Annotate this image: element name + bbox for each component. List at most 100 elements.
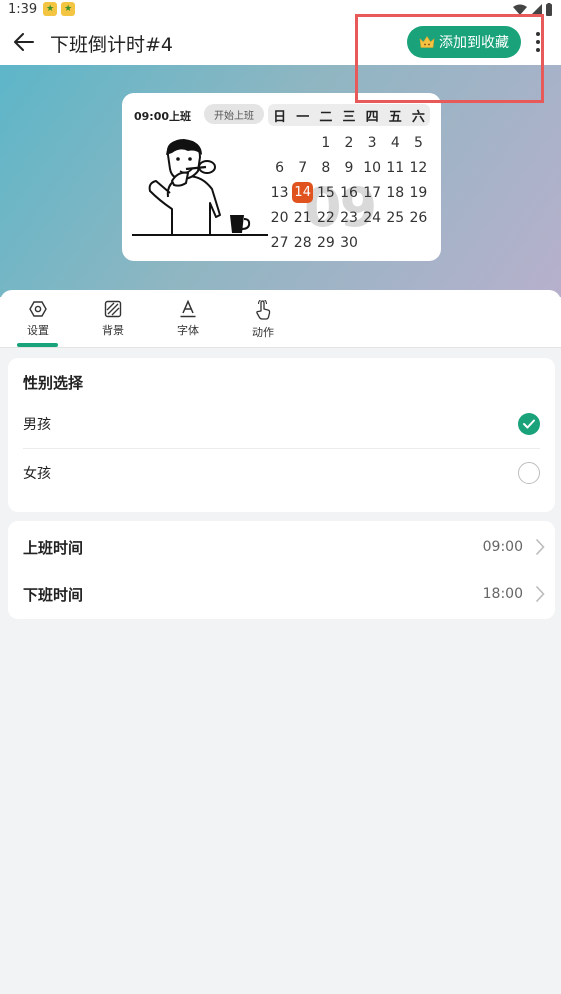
- more-dot-icon: [536, 48, 540, 52]
- gender-option-girl[interactable]: 女孩: [23, 453, 540, 493]
- calendar-day-label: 30: [340, 234, 358, 251]
- calendar-day: 5: [407, 135, 430, 151]
- calendar-day: 30: [337, 235, 360, 251]
- crown-icon: [419, 35, 435, 48]
- off-work-time-row[interactable]: 下班时间 18:00: [23, 574, 545, 614]
- calendar-day: 17: [361, 185, 384, 201]
- calendar-day: 15: [314, 185, 337, 201]
- editor-tab-bar: 设置 背景 字体 动作: [0, 290, 561, 348]
- calendar-day: 4: [384, 135, 407, 151]
- on-work-time-value: 09:00: [482, 539, 523, 555]
- calendar-day-label: 17: [363, 184, 382, 201]
- calendar-day: 26: [407, 210, 430, 226]
- tab-font-label: 字体: [177, 324, 199, 337]
- chevron-right-icon: [535, 585, 545, 603]
- status-bar: 1:39 ★ ★: [0, 0, 561, 18]
- calendar-day-label: 26: [409, 209, 428, 226]
- tab-background-label: 背景: [102, 324, 124, 337]
- calendar-day-label: 24: [363, 209, 382, 226]
- calendar-day: 13: [268, 185, 291, 201]
- on-work-time-row[interactable]: 上班时间 09:00: [23, 527, 545, 567]
- work-time-label: 09:00上班: [134, 110, 192, 123]
- calendar-day: 12: [407, 160, 430, 176]
- countdown-widget-preview: 09:00上班 开始上班 日一二三四五六 09 1 2 3 4 5 6 7 8 9 10 11 12 1…: [122, 93, 441, 261]
- gender-option-boy[interactable]: 男孩: [23, 404, 540, 444]
- tab-action[interactable]: 动作: [233, 300, 293, 344]
- calendar-day-label: 21: [293, 209, 312, 226]
- calendar-day: 19: [407, 185, 430, 201]
- calendar-day: 21: [291, 210, 314, 226]
- calendar-day: 22: [314, 210, 337, 226]
- calendar-day-today: 14: [291, 182, 314, 203]
- calendar-day: 24: [361, 210, 384, 226]
- active-tab-indicator: [17, 343, 58, 347]
- hand-pointer-icon: [256, 300, 271, 320]
- wifi-icon: [513, 4, 527, 15]
- off-work-time-label: 下班时间: [23, 585, 84, 604]
- add-to-favorites-label: 添加到收藏: [439, 35, 509, 51]
- calendar-day-label: 1: [321, 134, 331, 151]
- calendar-weekday: 二: [319, 109, 333, 125]
- calendar-day: 16: [337, 185, 360, 201]
- background-icon: [104, 300, 122, 318]
- calendar-day-label: 2: [344, 134, 354, 151]
- app-header: 下班倒计时#4 添加到收藏: [0, 18, 561, 65]
- status-time: 1:39: [8, 1, 38, 17]
- calendar-weekday-header: 日一二三四五六: [268, 104, 430, 126]
- calendar-day: 7: [291, 160, 314, 176]
- calendar-day: 8: [314, 160, 337, 176]
- tab-action-label: 动作: [252, 326, 274, 339]
- add-to-favorites-button[interactable]: 添加到收藏: [407, 26, 521, 58]
- calendar-day-label: 5: [413, 134, 423, 151]
- calendar-day: 11: [384, 160, 407, 176]
- more-options-button[interactable]: [530, 30, 546, 54]
- calendar-day-label: 12: [409, 159, 428, 176]
- calendar-day-label: 13: [270, 184, 289, 201]
- calendar-day-label: 16: [340, 184, 358, 201]
- calendar-day: 1: [314, 135, 337, 151]
- calendar-day-label: 28: [293, 234, 312, 251]
- app-notification-icon: ★: [43, 2, 58, 16]
- calendar-weekday: 四: [365, 109, 379, 125]
- calendar-day-label: 29: [316, 234, 335, 251]
- calendar-day: 2: [337, 135, 360, 151]
- calendar-day-label: 9: [344, 159, 354, 176]
- arrow-left-icon: [14, 33, 34, 51]
- calendar-weekday: 日: [273, 109, 287, 125]
- calendar-day-label: 25: [386, 209, 405, 226]
- tab-settings[interactable]: 设置: [8, 300, 68, 344]
- calendar-day: 9: [337, 160, 360, 176]
- calendar-day-label: 14: [292, 182, 314, 203]
- start-work-badge: 开始上班: [204, 104, 264, 124]
- tab-settings-label: 设置: [27, 324, 49, 337]
- back-button[interactable]: [12, 30, 36, 54]
- calendar-day: 10: [361, 160, 384, 176]
- radio-unchecked-icon[interactable]: [518, 462, 540, 484]
- gender-section-title: 性别选择: [23, 374, 84, 392]
- tab-font[interactable]: 字体: [158, 300, 218, 344]
- app-notification-icon: ★: [61, 2, 76, 16]
- radio-checked-icon[interactable]: [518, 413, 540, 435]
- on-work-time-label: 上班时间: [23, 538, 84, 557]
- calendar-day-label: 8: [321, 159, 331, 176]
- work-time-card: 上班时间 09:00 下班时间 18:00: [8, 521, 555, 619]
- calendar-day-label: 7: [298, 159, 308, 176]
- status-indicators: [513, 3, 553, 16]
- calendar-day: 29: [314, 235, 337, 251]
- calendar-day-label: 3: [367, 134, 377, 151]
- gender-option-label: 女孩: [23, 466, 51, 482]
- hexagon-settings-icon: [29, 301, 47, 317]
- calendar-day-label: 20: [270, 209, 289, 226]
- more-dot-icon: [536, 32, 540, 36]
- page-title: 下班倒计时#4: [50, 34, 174, 56]
- tab-background[interactable]: 背景: [83, 300, 143, 344]
- calendar-day-label: 22: [316, 209, 335, 226]
- font-icon: [180, 300, 196, 318]
- calendar-day-label: 11: [386, 159, 405, 176]
- battery-icon: [546, 3, 552, 16]
- calendar-weekday: 六: [411, 109, 425, 125]
- calendar-weekday: 三: [342, 109, 356, 125]
- calendar-day-label: 23: [340, 209, 358, 226]
- calendar-day: 25: [384, 210, 407, 226]
- brushing-teeth-illustration: [132, 139, 268, 236]
